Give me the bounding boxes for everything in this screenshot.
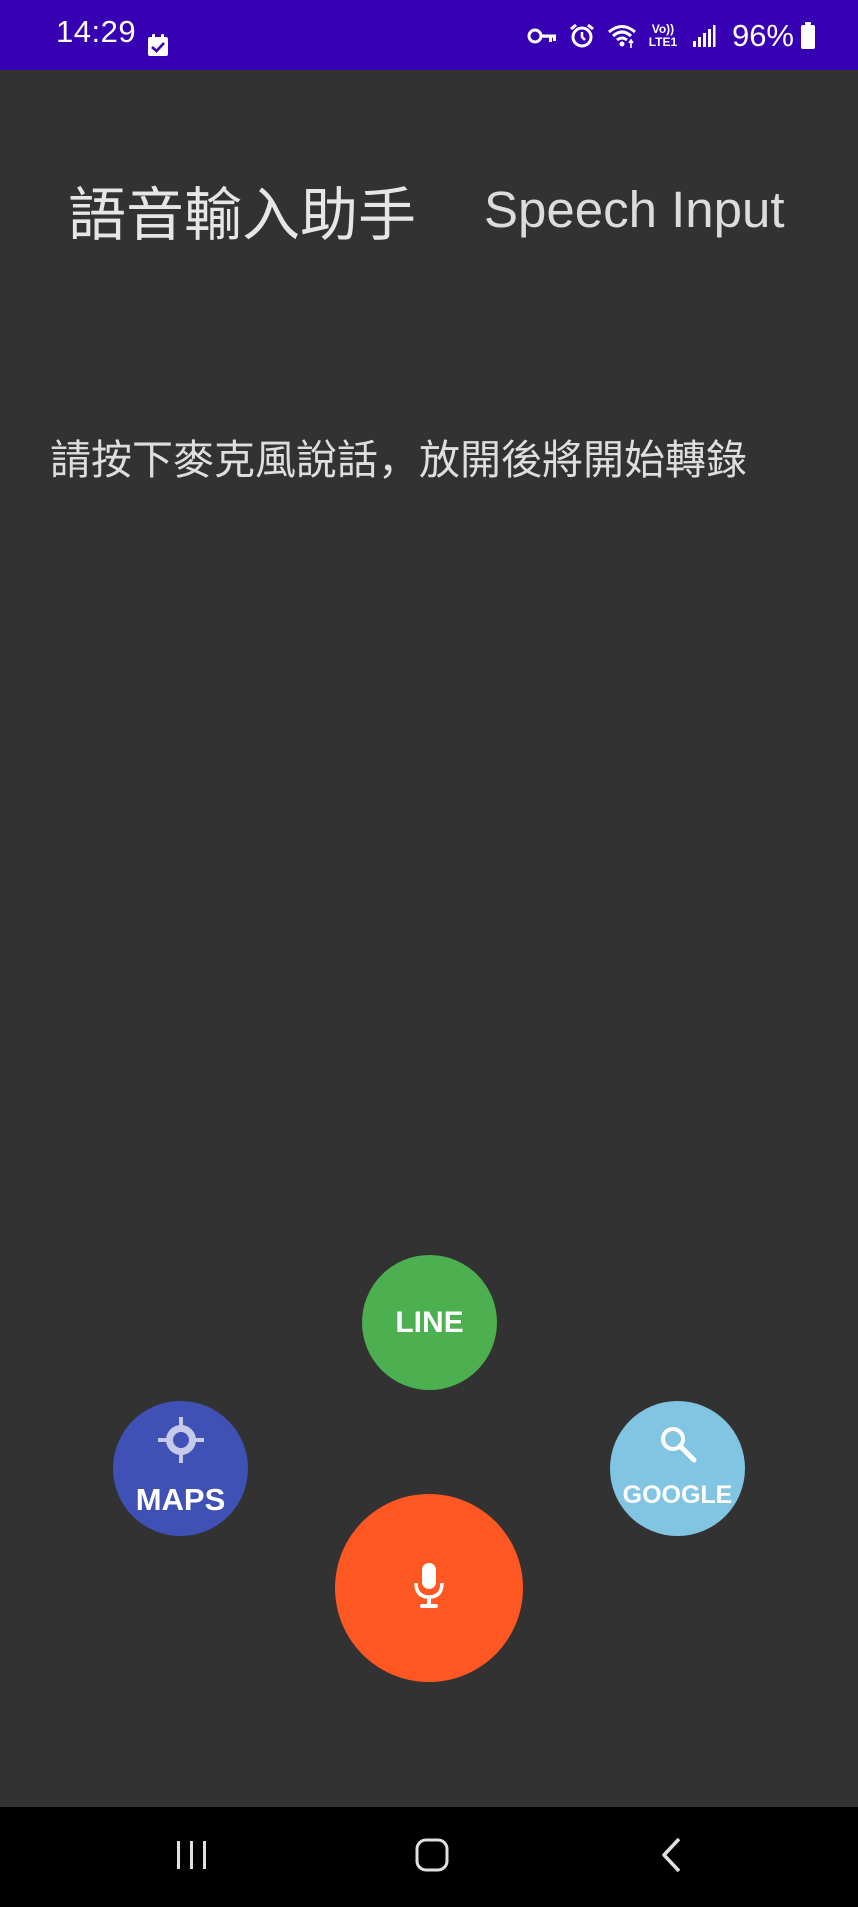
- maps-button[interactable]: MAPS: [113, 1401, 248, 1536]
- locate-icon: [155, 1414, 207, 1474]
- app-title-chinese: 語音輸入助手: [68, 181, 417, 249]
- battery-percent: 96%: [731, 18, 794, 53]
- line-button[interactable]: LINE: [362, 1255, 497, 1390]
- app-title-english: Speech Input: [484, 181, 785, 238]
- wifi-icon: [606, 20, 638, 52]
- maps-button-label: MAPS: [135, 1481, 226, 1517]
- navigation-bar: [0, 1807, 858, 1907]
- home-icon: [414, 1837, 450, 1877]
- google-button[interactable]: GOOGLE: [610, 1401, 745, 1536]
- volte-line2: LTE1: [648, 35, 678, 49]
- google-button-label: GOOGLE: [622, 1480, 733, 1509]
- recent-apps-button[interactable]: [152, 1827, 232, 1887]
- back-button[interactable]: [632, 1827, 712, 1887]
- signal-icon: [688, 20, 720, 52]
- back-icon: [659, 1836, 685, 1878]
- task-check-icon: [146, 34, 170, 58]
- status-bar: 14:29 Vo)) LTE1 96%: [0, 0, 858, 70]
- battery-icon: [800, 22, 816, 50]
- alarm-icon: [566, 20, 598, 52]
- microphone-icon: [412, 1561, 446, 1616]
- home-button[interactable]: [392, 1827, 472, 1887]
- microphone-button[interactable]: [335, 1494, 523, 1682]
- vpn-key-icon: [526, 20, 558, 52]
- instruction-text: 請按下麥克風說話，放開後將開始轉錄: [50, 436, 747, 484]
- volte-lte-icon: Vo)) LTE1: [646, 20, 680, 52]
- app-screen: 14:29 Vo)) LTE1 96% 語音輸入助手 Speech Input …: [0, 0, 858, 1907]
- status-right-group: Vo)) LTE1 96%: [526, 16, 816, 56]
- recent-apps-icon: [175, 1839, 209, 1875]
- status-time: 14:29: [56, 14, 137, 49]
- line-button-label: LINE: [395, 1305, 464, 1339]
- search-icon: [658, 1424, 698, 1471]
